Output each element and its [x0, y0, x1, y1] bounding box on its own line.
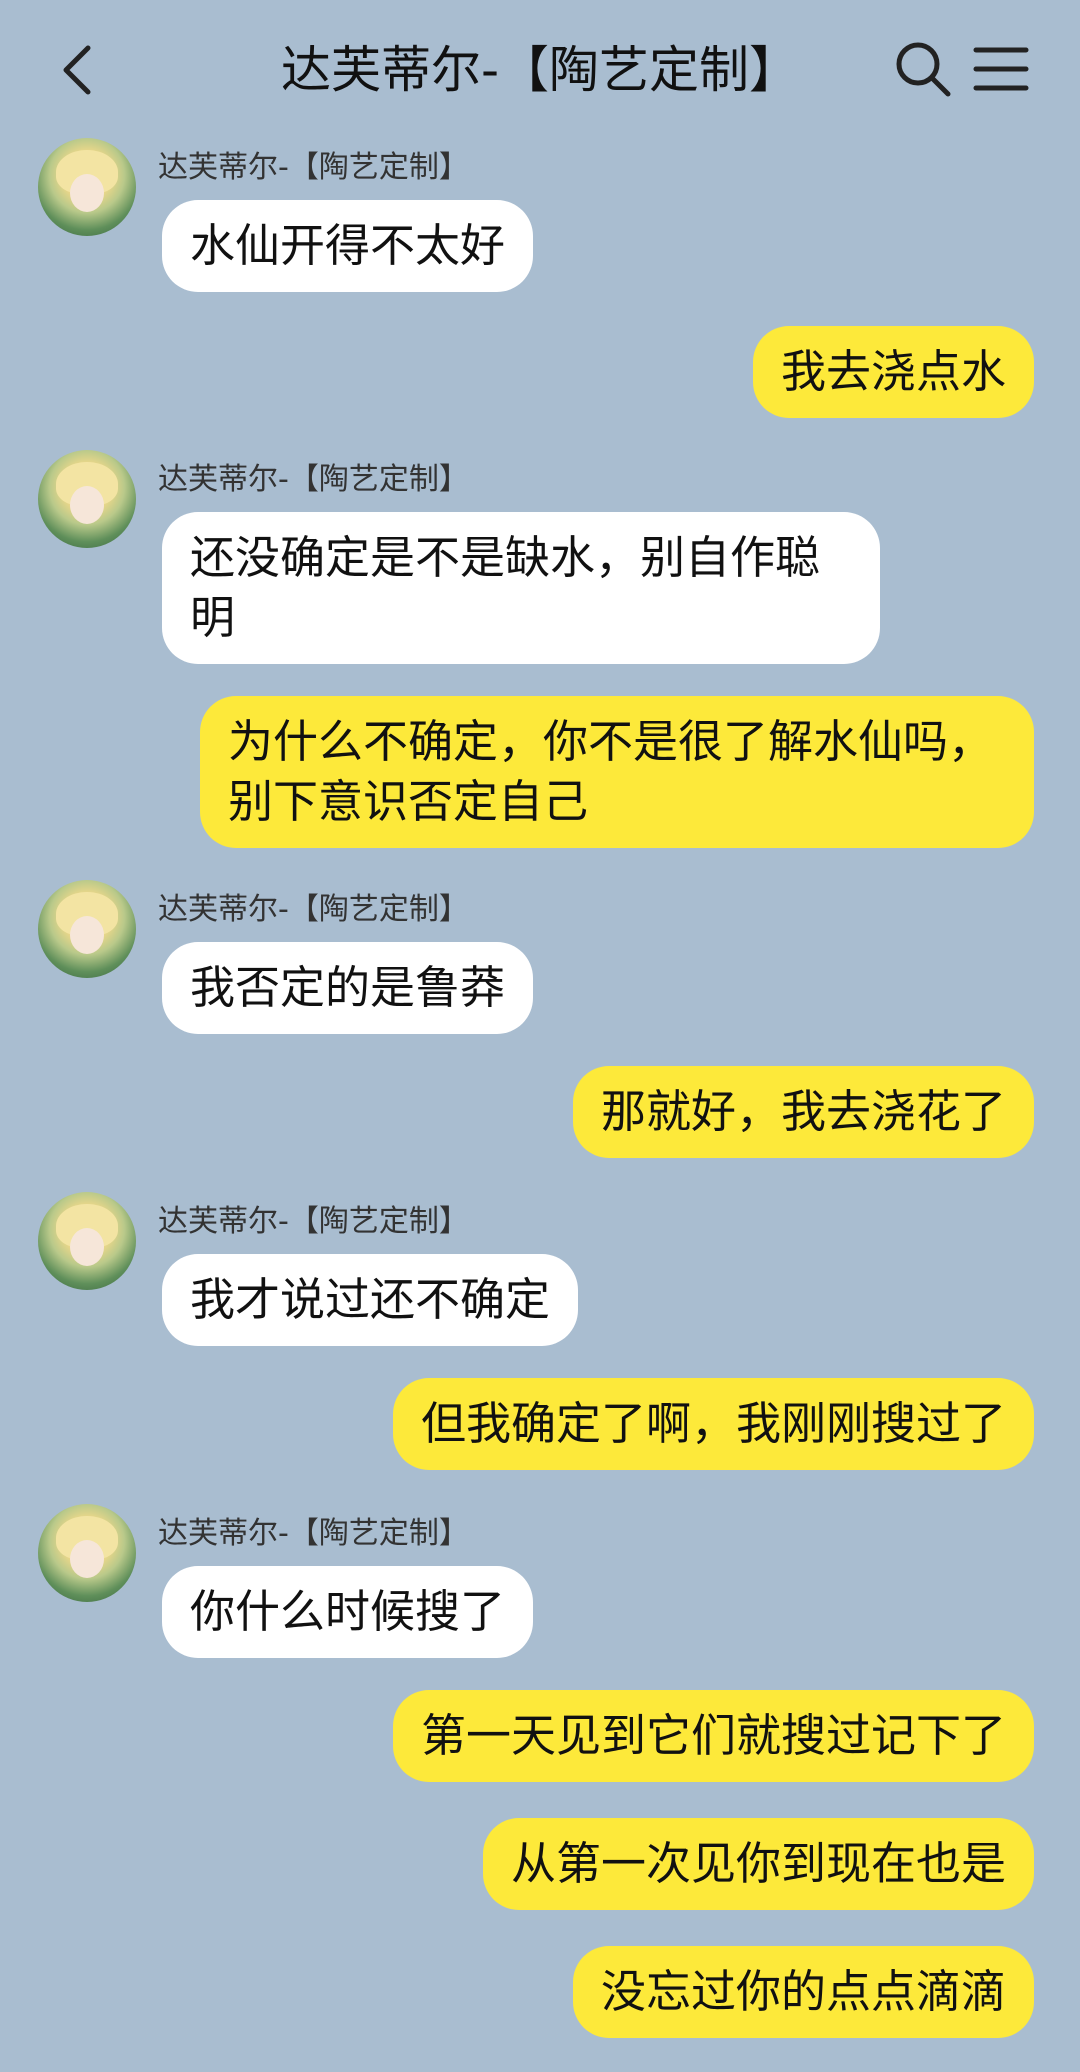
avatar[interactable]	[38, 880, 136, 978]
message-bubble[interactable]: 水仙开得不太好	[162, 200, 534, 292]
avatar[interactable]	[38, 450, 136, 548]
avatar[interactable]	[38, 1192, 136, 1290]
menu-icon	[973, 47, 1029, 91]
message-bubble-outgoing[interactable]: 我去浇点水	[752, 326, 1034, 418]
sender-name: 达芙蒂尔-【陶艺定制】	[158, 1516, 469, 1551]
message-bubble[interactable]: 还没确定是不是缺水，别自作聪明	[162, 512, 880, 664]
message-bubble[interactable]: 我否定的是鲁莽	[162, 942, 534, 1034]
message-bubble[interactable]: 我才说过还不确定	[162, 1254, 579, 1346]
chat-title: 达芙蒂尔-【陶艺定制】	[280, 41, 800, 99]
search-button[interactable]	[892, 38, 954, 100]
menu-button[interactable]	[972, 40, 1030, 98]
message-bubble[interactable]: 你什么时候搜了	[162, 1566, 534, 1658]
message-bubble-outgoing[interactable]: 为什么不确定，你不是很了解水仙吗，别下意识否定自己	[200, 696, 1034, 848]
back-button[interactable]	[50, 38, 110, 102]
avatar[interactable]	[38, 138, 136, 236]
message-bubble-outgoing[interactable]: 从第一次见你到现在也是	[482, 1818, 1034, 1910]
sender-name: 达芙蒂尔-【陶艺定制】	[158, 462, 469, 497]
message-bubble-outgoing[interactable]: 没忘过你的点点滴滴	[572, 1946, 1034, 2038]
message-bubble-outgoing[interactable]: 那就好，我去浇花了	[572, 1066, 1034, 1158]
search-icon	[896, 42, 951, 97]
avatar[interactable]	[38, 1504, 136, 1602]
sender-name: 达芙蒂尔-【陶艺定制】	[158, 150, 469, 185]
sender-name: 达芙蒂尔-【陶艺定制】	[158, 1204, 469, 1239]
message-bubble-outgoing[interactable]: 第一天见到它们就搜过记下了	[392, 1690, 1034, 1782]
chevron-left-icon	[63, 45, 91, 95]
message-bubble-outgoing[interactable]: 但我确定了啊，我刚刚搜过了	[392, 1378, 1034, 1470]
sender-name: 达芙蒂尔-【陶艺定制】	[158, 892, 469, 927]
chat-header: 达芙蒂尔-【陶艺定制】	[0, 0, 1080, 140]
